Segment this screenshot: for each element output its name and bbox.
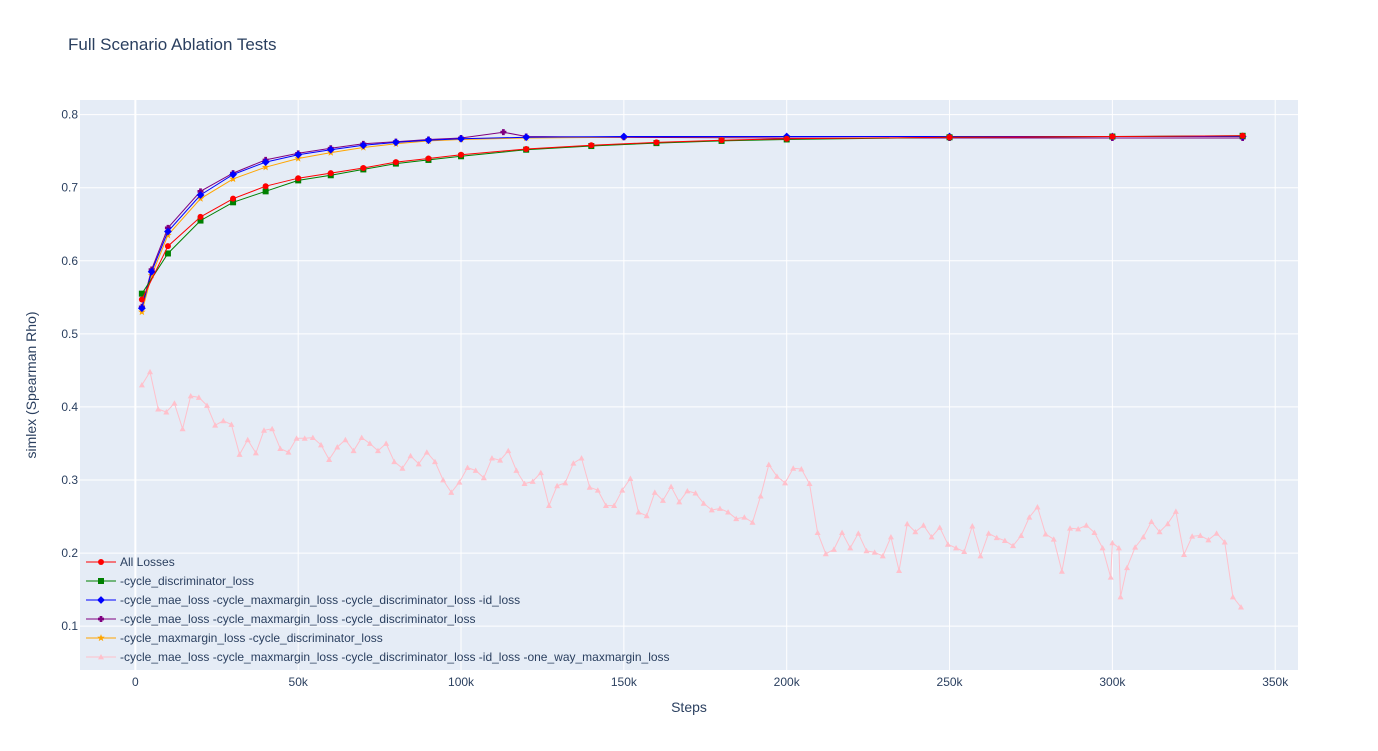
legend-item[interactable]: -cycle_maxmargin_loss -cycle_discriminat… xyxy=(86,631,383,645)
plot-background xyxy=(80,100,1298,670)
x-tick-label: 50k xyxy=(289,675,309,689)
data-point xyxy=(1109,133,1116,140)
legend-marker xyxy=(98,578,104,584)
y-tick-label: 0.1 xyxy=(61,619,78,633)
data-point xyxy=(230,195,237,202)
data-point xyxy=(653,139,660,146)
y-tick-label: 0.3 xyxy=(61,473,78,487)
legend-item[interactable]: -cycle_mae_loss -cycle_maxmargin_loss -c… xyxy=(86,612,475,626)
x-tick-label: 300k xyxy=(1099,675,1126,689)
legend-item[interactable]: -cycle_mae_loss -cycle_maxmargin_loss -c… xyxy=(86,593,520,607)
x-tick-label: 150k xyxy=(611,675,638,689)
data-point xyxy=(946,134,953,141)
data-point xyxy=(138,296,145,303)
data-point xyxy=(197,213,204,220)
data-point xyxy=(262,183,269,190)
x-tick-label: 0 xyxy=(132,675,139,689)
x-tick-label: 200k xyxy=(774,675,801,689)
legend-label: -cycle_mae_loss -cycle_maxmargin_loss -c… xyxy=(120,612,475,626)
legend-item[interactable]: -cycle_mae_loss -cycle_maxmargin_loss -c… xyxy=(86,650,670,664)
y-tick-label: 0.2 xyxy=(61,546,78,560)
legend-label: -cycle_discriminator_loss xyxy=(120,574,254,588)
y-axis-title: simlex (Spearman Rho) xyxy=(23,311,39,458)
y-tick-label: 0.6 xyxy=(61,254,78,268)
data-point xyxy=(588,142,595,149)
data-point xyxy=(295,175,302,182)
data-point xyxy=(425,155,432,162)
y-tick-label: 0.7 xyxy=(61,181,78,195)
data-point xyxy=(523,145,530,152)
y-tick-label: 0.5 xyxy=(61,327,78,341)
x-tick-label: 250k xyxy=(937,675,964,689)
legend-label: All Losses xyxy=(120,555,175,569)
x-tick-label: 350k xyxy=(1262,675,1289,689)
legend-label: -cycle_mae_loss -cycle_maxmargin_loss -c… xyxy=(120,650,670,664)
y-tick-label: 0.4 xyxy=(61,400,78,414)
data-point xyxy=(783,135,790,142)
data-point xyxy=(327,170,334,177)
legend-label: -cycle_maxmargin_loss -cycle_discriminat… xyxy=(120,631,383,645)
y-tick-label: 0.8 xyxy=(61,108,78,122)
data-point xyxy=(164,243,171,250)
legend-marker xyxy=(98,559,104,565)
data-point xyxy=(1239,132,1246,139)
x-tick-label: 100k xyxy=(448,675,475,689)
x-axis-title: Steps xyxy=(671,699,707,715)
data-point xyxy=(718,137,725,144)
data-point xyxy=(458,151,465,158)
chart: 0 50k 100k 150k 200k 250k 300k 350k 0.1 0.2 0.3 0.4… xyxy=(23,35,1298,715)
data-point xyxy=(262,188,269,195)
data-point xyxy=(392,159,399,166)
data-point xyxy=(360,164,367,171)
legend-label: -cycle_mae_loss -cycle_maxmargin_loss -c… xyxy=(120,593,520,607)
chart-title: Full Scenario Ablation Tests xyxy=(68,35,277,54)
